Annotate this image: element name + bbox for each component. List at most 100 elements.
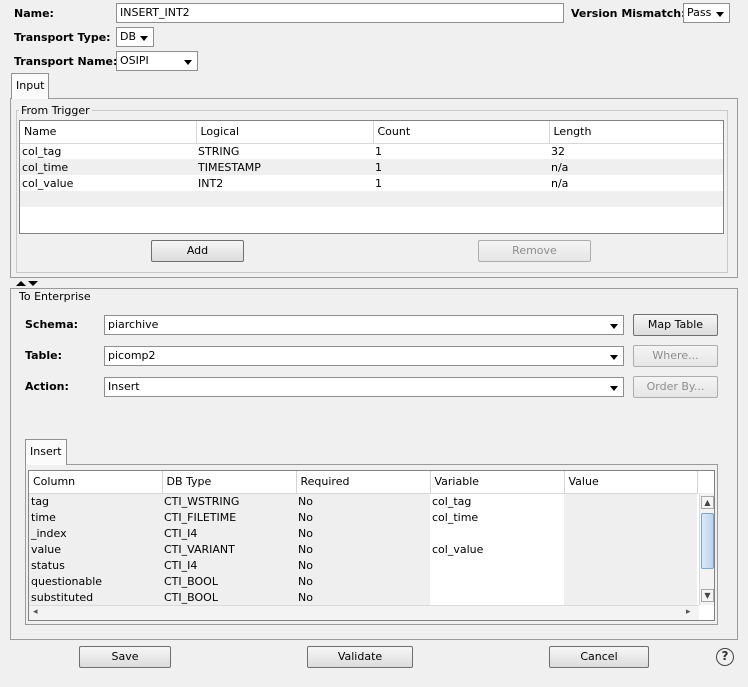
where-button[interactable]: Where...	[633, 345, 718, 367]
variable-cell[interactable]	[430, 573, 564, 589]
cell: No	[296, 557, 430, 573]
table-select[interactable]: picomp2	[104, 346, 624, 366]
cell: CTI_BOOL	[162, 589, 296, 605]
cell: col_tag	[20, 143, 196, 159]
trigger-table: Name Logical Count Length col_tag STRING…	[19, 120, 724, 234]
add-button[interactable]: Add	[151, 240, 244, 262]
transport-type-label: Transport Type:	[14, 31, 111, 44]
to-enterprise-title: To Enterprise	[17, 290, 93, 303]
chevron-down-icon	[610, 324, 618, 329]
column-header-variable[interactable]: Variable	[430, 471, 565, 494]
column-header-value[interactable]: Value	[564, 471, 698, 494]
value-cell[interactable]	[564, 589, 697, 605]
scroll-down-icon[interactable]: ▼	[701, 589, 714, 602]
cell: n/a	[549, 175, 723, 191]
tab-input[interactable]: Input	[11, 73, 50, 99]
cell: value	[29, 541, 162, 557]
table-row[interactable]: questionable CTI_BOOL No	[29, 573, 697, 589]
cell: No	[296, 509, 430, 525]
table-label: Table:	[25, 349, 63, 362]
table-row[interactable]: col_value INT2 1 n/a	[20, 175, 723, 191]
column-header-count[interactable]: Count	[373, 121, 550, 144]
chevron-down-icon	[610, 386, 618, 391]
table-row[interactable]: value CTI_VARIANT No col_value	[29, 541, 697, 557]
value-cell[interactable]	[564, 557, 697, 573]
from-trigger-title: From Trigger	[19, 104, 92, 117]
scroll-up-icon[interactable]: ▲	[701, 496, 714, 509]
cell: questionable	[29, 573, 162, 589]
cell: substituted	[29, 589, 162, 605]
column-header-column[interactable]: Column	[29, 471, 163, 494]
table-row[interactable]: substituted CTI_BOOL No	[29, 589, 697, 605]
vertical-scrollbar[interactable]: ▲ ▼	[699, 493, 714, 605]
transport-name-select[interactable]: OSIPI	[116, 51, 198, 71]
cell: No	[296, 589, 430, 605]
schema-select[interactable]: piarchive	[104, 315, 624, 335]
cell: CTI_I4	[162, 525, 296, 541]
value-cell[interactable]	[564, 573, 697, 589]
variable-cell[interactable]: col_time	[430, 509, 564, 525]
cell: CTI_BOOL	[162, 573, 296, 589]
cell: CTI_VARIANT	[162, 541, 296, 557]
column-header-length[interactable]: Length	[549, 121, 723, 144]
transport-type-value: DB	[120, 30, 137, 43]
cell: CTI_WSTRING	[162, 493, 296, 509]
schema-label: Schema:	[25, 318, 79, 331]
save-button[interactable]: Save	[79, 646, 171, 668]
cell: time	[29, 509, 162, 525]
name-input[interactable]: INSERT_INT2	[116, 3, 564, 23]
value-cell[interactable]	[564, 541, 697, 557]
cell: n/a	[549, 159, 723, 175]
cell: tag	[29, 493, 162, 509]
chevron-down-icon	[716, 12, 724, 17]
cell: 1	[373, 175, 549, 191]
cancel-button[interactable]: Cancel	[549, 646, 649, 668]
variable-cell[interactable]	[430, 525, 564, 541]
order-by-button[interactable]: Order By...	[633, 376, 718, 398]
action-label: Action:	[25, 380, 69, 393]
cell: No	[296, 493, 430, 509]
value-cell[interactable]	[564, 493, 697, 509]
scroll-right-icon[interactable]: ▸	[686, 607, 691, 617]
table-row[interactable]: _index CTI_I4 No	[29, 525, 697, 541]
action-value: Insert	[108, 380, 140, 393]
variable-cell[interactable]: col_tag	[430, 493, 564, 509]
tab-insert[interactable]: Insert	[25, 439, 67, 465]
column-header-name[interactable]: Name	[20, 121, 197, 144]
column-header-required[interactable]: Required	[296, 471, 431, 494]
chevron-down-icon	[610, 355, 618, 360]
scroll-left-icon[interactable]: ◂	[33, 607, 38, 617]
cell: CTI_FILETIME	[162, 509, 296, 525]
cell: No	[296, 525, 430, 541]
table-row[interactable]: col_tag STRING 1 32	[20, 143, 723, 159]
value-cell[interactable]	[564, 525, 697, 541]
insert-table: Column DB Type Required Variable Value t…	[28, 470, 715, 621]
horizontal-scrollbar[interactable]: ◂ ▸	[29, 605, 699, 620]
table-row[interactable]: col_time TIMESTAMP 1 n/a	[20, 159, 723, 175]
table-row[interactable]: tag CTI_WSTRING No col_tag	[29, 493, 697, 509]
chevron-down-icon	[184, 60, 192, 65]
help-icon[interactable]: ?	[716, 648, 734, 666]
variable-cell[interactable]: col_value	[430, 541, 564, 557]
column-header-db-type[interactable]: DB Type	[162, 471, 297, 494]
version-mismatch-select[interactable]: Pass	[683, 3, 730, 23]
remove-button[interactable]: Remove	[478, 240, 591, 262]
column-header-logical[interactable]: Logical	[196, 121, 374, 144]
cell: No	[296, 573, 430, 589]
cell: CTI_I4	[162, 557, 296, 573]
table-row[interactable]: time CTI_FILETIME No col_time	[29, 509, 697, 525]
action-select[interactable]: Insert	[104, 377, 624, 397]
map-table-button[interactable]: Map Table	[633, 314, 718, 336]
validate-button[interactable]: Validate	[307, 646, 413, 668]
version-mismatch-value: Pass	[687, 6, 712, 19]
table-row[interactable]: status CTI_I4 No	[29, 557, 697, 573]
cell: col_value	[20, 175, 196, 191]
table-value: picomp2	[108, 349, 156, 362]
cell: No	[296, 541, 430, 557]
name-label: Name:	[14, 7, 54, 20]
scroll-thumb[interactable]	[701, 513, 714, 569]
variable-cell[interactable]	[430, 589, 564, 605]
variable-cell[interactable]	[430, 557, 564, 573]
transport-type-select[interactable]: DB	[116, 27, 154, 47]
value-cell[interactable]	[564, 509, 697, 525]
